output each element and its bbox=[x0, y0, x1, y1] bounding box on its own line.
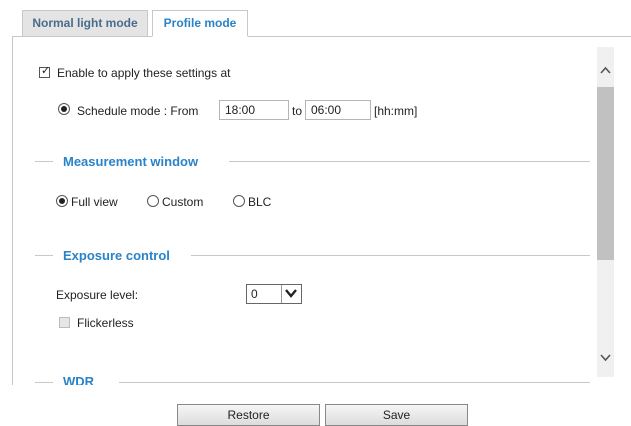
schedule-mode-label: Schedule mode : From bbox=[77, 104, 199, 118]
enable-label: Enable to apply these settings at bbox=[57, 66, 231, 80]
check-icon: ✓ bbox=[41, 65, 51, 77]
tab-normal-light-mode[interactable]: Normal light mode bbox=[22, 10, 148, 37]
schedule-from-input[interactable]: 18:00 bbox=[219, 100, 289, 120]
schedule-to-label: to bbox=[292, 104, 303, 118]
flickerless-checkbox[interactable] bbox=[59, 317, 70, 328]
custom-label: Custom bbox=[162, 195, 204, 209]
profile-settings-panel: ✓ Enable to apply these settings at Sche… bbox=[12, 36, 631, 385]
flickerless-label: Flickerless bbox=[77, 316, 134, 330]
chevron-up-icon[interactable] bbox=[599, 65, 612, 75]
section-divider bbox=[119, 382, 590, 383]
section-divider bbox=[191, 255, 590, 256]
restore-button[interactable]: Restore bbox=[177, 404, 320, 426]
section-divider bbox=[35, 382, 53, 383]
full-view-radio[interactable] bbox=[56, 195, 68, 207]
exposure-control-title: Exposure control bbox=[63, 248, 170, 263]
schedule-mode-radio[interactable] bbox=[58, 103, 70, 115]
exposure-level-label: Exposure level: bbox=[56, 288, 139, 302]
chevron-down-icon bbox=[285, 289, 297, 298]
wdr-title: WDR bbox=[63, 374, 95, 385]
measurement-window-title: Measurement window bbox=[63, 154, 199, 169]
scrollbar-thumb[interactable] bbox=[597, 87, 614, 260]
blc-label: BLC bbox=[248, 195, 272, 209]
save-button[interactable]: Save bbox=[325, 404, 468, 426]
blc-radio[interactable] bbox=[233, 195, 245, 207]
dropdown-button[interactable] bbox=[281, 285, 301, 303]
schedule-to-input[interactable]: 06:00 bbox=[305, 100, 371, 120]
exposure-level-value: 0 bbox=[251, 287, 258, 301]
enable-checkbox[interactable]: ✓ bbox=[39, 65, 51, 78]
vertical-scrollbar[interactable] bbox=[597, 47, 614, 377]
section-divider bbox=[35, 255, 53, 256]
time-format-label: [hh:mm] bbox=[374, 104, 418, 118]
tab-profile-mode[interactable]: Profile mode bbox=[152, 10, 248, 37]
exposure-level-select[interactable]: 0 bbox=[246, 284, 302, 304]
custom-radio[interactable] bbox=[147, 195, 159, 207]
chevron-down-icon[interactable] bbox=[599, 353, 612, 363]
full-view-label: Full view bbox=[71, 195, 118, 209]
section-divider bbox=[229, 161, 590, 162]
section-divider bbox=[35, 161, 53, 162]
